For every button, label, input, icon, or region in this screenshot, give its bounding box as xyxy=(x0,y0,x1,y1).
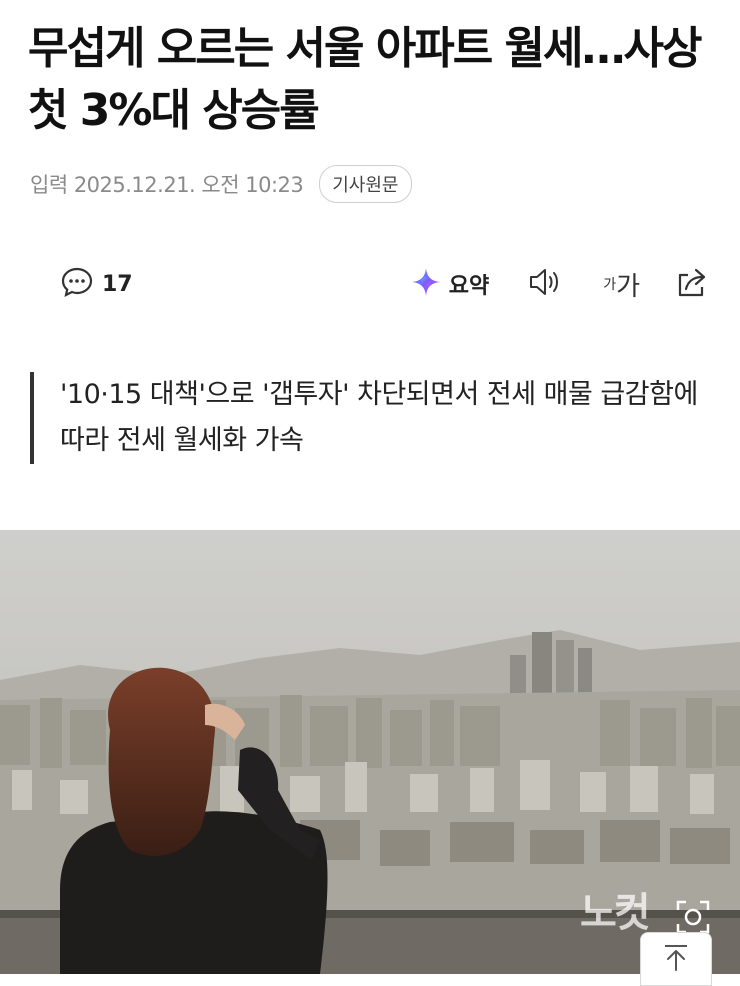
font-size-large: 가 xyxy=(616,271,640,302)
summary-label: 요약 xyxy=(448,274,490,299)
sparkle-icon xyxy=(409,265,443,303)
summary-button[interactable]: 요약 xyxy=(409,265,489,303)
photo-watermark: 노컷 xyxy=(580,890,651,936)
article-meta: 입력 2025.12.21. 오전 10:23 기사원문 xyxy=(30,165,412,203)
share-icon xyxy=(674,265,710,303)
listen-button[interactable] xyxy=(527,265,563,303)
article-toolbar: 17 요약 가 가 xyxy=(60,262,710,306)
article-subheading: '10·15 대책'으로 '갭투자' 차단되면서 전세 매물 급감함에 따라 전… xyxy=(30,372,730,464)
speaker-icon xyxy=(527,265,563,303)
comment-count: 17 xyxy=(102,271,133,297)
comment-icon xyxy=(60,265,94,303)
comment-button[interactable]: 17 xyxy=(60,265,133,303)
arrow-up-icon xyxy=(661,942,691,976)
original-article-button[interactable]: 기사원문 xyxy=(319,165,412,203)
font-size-small: 가 xyxy=(603,277,617,293)
input-date: 입력 2025.12.21. 오전 10:23 xyxy=(30,173,304,197)
article-headline: 무섭게 오르는 서울 아파트 월세…사상 첫 3%대 상승률 xyxy=(28,23,702,136)
share-button[interactable] xyxy=(674,265,710,303)
font-size-button[interactable]: 가 가 xyxy=(603,266,640,303)
zoom-icon[interactable] xyxy=(674,898,712,936)
scroll-top-button[interactable] xyxy=(640,932,712,986)
